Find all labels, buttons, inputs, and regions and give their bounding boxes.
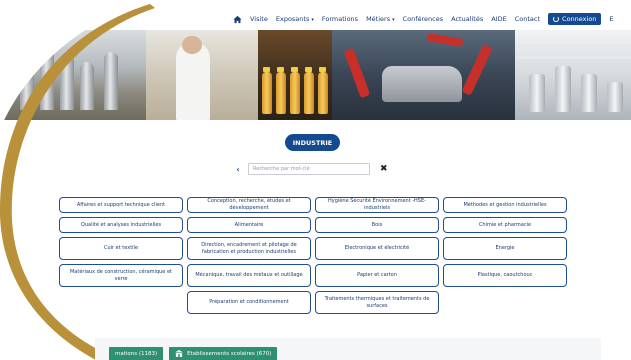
industry-banner bbox=[0, 30, 631, 120]
category-button[interactable]: Préparation et conditionnement bbox=[187, 291, 311, 314]
search-input[interactable] bbox=[248, 163, 370, 175]
tab-label: Etablissements scolaires (670) bbox=[187, 350, 272, 357]
category-button[interactable]: Méthodes et gestion industrielles bbox=[443, 197, 567, 213]
category-button[interactable]: Alimentaire bbox=[187, 217, 311, 233]
category-button[interactable]: Affaires et support technique client bbox=[59, 197, 183, 213]
photo-grain-silos bbox=[0, 30, 146, 120]
photo-car-assembly-robots bbox=[332, 30, 515, 120]
category-button[interactable]: Cuir et textile bbox=[59, 237, 183, 260]
caret-down-icon: ▾ bbox=[392, 17, 395, 23]
category-button[interactable]: Bois bbox=[315, 217, 439, 233]
section-badge[interactable]: INDUSTRIE bbox=[285, 134, 340, 151]
login-button[interactable]: Connexion bbox=[548, 13, 602, 25]
category-button[interactable]: Plastique, caoutchouc bbox=[443, 264, 567, 287]
nav-item-metiers[interactable]: Métiers ▾ bbox=[366, 15, 395, 23]
nav-item-aide[interactable]: AIDE bbox=[491, 15, 506, 23]
chevron-left-icon[interactable]: ‹ bbox=[234, 165, 242, 174]
login-label: Connexion bbox=[562, 15, 597, 23]
photo-lab-worker bbox=[146, 30, 258, 120]
top-navigation: Visite Exposants ▾ Formations Métiers ▾ Co… bbox=[233, 13, 614, 25]
tab-formations[interactable]: mations (1183) bbox=[109, 347, 164, 360]
photo-juice-bottles bbox=[258, 30, 332, 120]
category-button[interactable]: Energie bbox=[443, 237, 567, 260]
category-placeholder bbox=[443, 291, 567, 314]
nav-item-exposants[interactable]: Exposants ▾ bbox=[276, 15, 314, 23]
caret-down-icon: ▾ bbox=[311, 17, 314, 23]
category-button[interactable]: Matériaux de construction, céramique et … bbox=[59, 264, 183, 287]
school-icon bbox=[175, 350, 184, 357]
power-icon bbox=[553, 16, 560, 22]
photo-processing-plant bbox=[515, 30, 631, 120]
category-button[interactable]: Papier et carton bbox=[315, 264, 439, 287]
category-button[interactable]: Traitements thermiques et traitements de… bbox=[315, 291, 439, 314]
category-button[interactable]: Hygiène Sécurité Environnement -HSE- ind… bbox=[315, 197, 439, 213]
nav-item-actualites[interactable]: Actualités bbox=[451, 15, 483, 23]
category-button[interactable]: Chimie et pharmacie bbox=[443, 217, 567, 233]
nav-overflow-text: E bbox=[609, 15, 614, 23]
category-button[interactable]: Direction, encadrement et pilotage de fa… bbox=[187, 237, 311, 260]
nav-item-visite[interactable]: Visite bbox=[250, 15, 268, 23]
tab-etablissements[interactable]: Etablissements scolaires (670) bbox=[169, 347, 278, 360]
category-grid: Affaires et support technique client Con… bbox=[59, 197, 567, 314]
results-tabs: mations (1183) Etablissements scolaires … bbox=[109, 347, 278, 360]
nav-item-formations[interactable]: Formations bbox=[322, 15, 358, 23]
search-row: ‹ ✖ bbox=[234, 163, 388, 175]
close-icon[interactable]: ✖ bbox=[380, 164, 388, 174]
category-button[interactable]: Electronique et électricité bbox=[315, 237, 439, 260]
tab-label: mations (1183) bbox=[115, 350, 158, 357]
nav-item-contact[interactable]: Contact bbox=[515, 15, 540, 23]
nav-item-conferences[interactable]: Conférences bbox=[403, 15, 444, 23]
category-button[interactable]: Mécanique, travail des métaux et outilla… bbox=[187, 264, 311, 287]
category-button[interactable]: Conception, recherche, études et dévelop… bbox=[187, 197, 311, 213]
category-placeholder bbox=[59, 291, 183, 314]
home-icon[interactable] bbox=[233, 15, 242, 24]
category-button[interactable]: Qualité et analyses industrielles bbox=[59, 217, 183, 233]
